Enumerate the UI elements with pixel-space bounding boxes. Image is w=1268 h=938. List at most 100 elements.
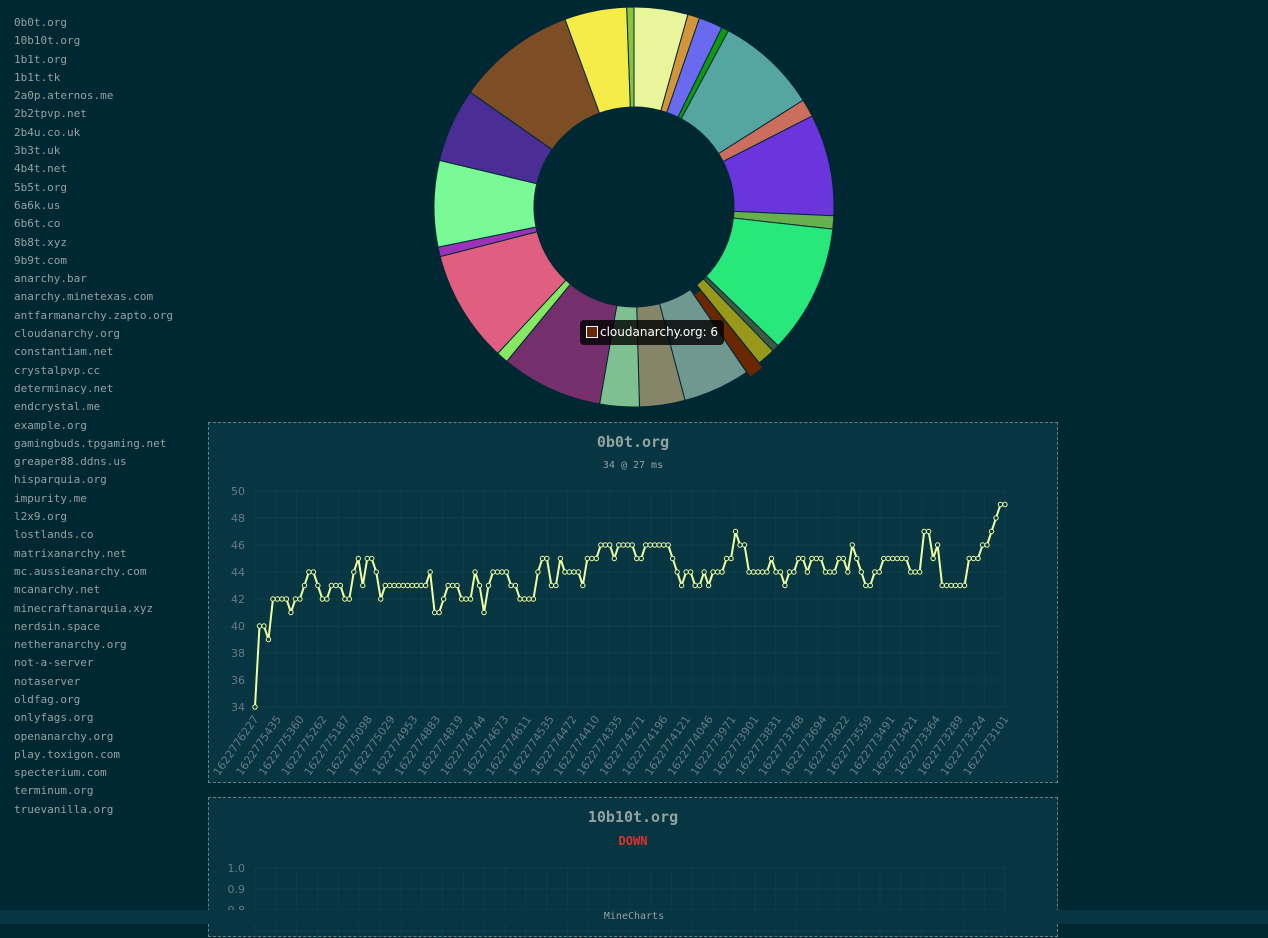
data-point[interactable] bbox=[993, 515, 999, 521]
data-point[interactable] bbox=[539, 555, 546, 562]
data-point[interactable] bbox=[279, 596, 285, 602]
data-point[interactable] bbox=[912, 569, 918, 575]
data-point[interactable] bbox=[580, 582, 586, 589]
server-link[interactable]: onlyfags.org bbox=[14, 709, 199, 727]
data-point[interactable] bbox=[804, 569, 811, 575]
data-point[interactable] bbox=[786, 569, 793, 575]
server-link[interactable]: greaper88.ddns.us bbox=[14, 453, 199, 471]
data-point[interactable] bbox=[292, 596, 299, 602]
data-point[interactable] bbox=[822, 569, 829, 575]
server-link[interactable]: impurity.me bbox=[14, 490, 199, 508]
server-link[interactable]: openanarchy.org bbox=[14, 728, 199, 746]
data-point[interactable] bbox=[297, 596, 303, 602]
data-point[interactable] bbox=[476, 582, 483, 589]
data-point[interactable] bbox=[607, 542, 613, 548]
data-point[interactable] bbox=[261, 623, 267, 629]
data-point[interactable] bbox=[836, 555, 842, 562]
data-point[interactable] bbox=[485, 582, 492, 589]
server-link[interactable]: hisparquia.org bbox=[14, 471, 199, 489]
data-point[interactable] bbox=[907, 569, 914, 575]
data-point[interactable] bbox=[328, 582, 335, 589]
data-point[interactable] bbox=[732, 528, 739, 535]
data-point[interactable] bbox=[728, 555, 734, 562]
data-point[interactable] bbox=[665, 542, 671, 548]
data-point[interactable] bbox=[526, 596, 532, 602]
data-point[interactable] bbox=[472, 569, 478, 575]
data-point[interactable] bbox=[930, 555, 936, 562]
data-point[interactable] bbox=[831, 569, 838, 575]
data-point[interactable] bbox=[306, 569, 312, 575]
data-point[interactable] bbox=[404, 582, 411, 589]
data-point[interactable] bbox=[678, 582, 685, 589]
data-point[interactable] bbox=[1002, 501, 1008, 508]
data-point[interactable] bbox=[512, 582, 519, 589]
server-link[interactable]: mc.aussieanarchy.com bbox=[14, 563, 199, 581]
data-point[interactable] bbox=[508, 582, 514, 589]
data-point[interactable] bbox=[440, 596, 447, 602]
data-point[interactable] bbox=[382, 582, 388, 589]
data-point[interactable] bbox=[364, 555, 370, 562]
data-point[interactable] bbox=[503, 569, 510, 575]
data-point[interactable] bbox=[885, 555, 891, 562]
data-point[interactable] bbox=[741, 542, 748, 548]
data-point[interactable] bbox=[625, 542, 631, 548]
data-point[interactable] bbox=[894, 555, 900, 562]
data-point[interactable] bbox=[494, 569, 501, 575]
server-link[interactable]: not-a-server bbox=[14, 654, 199, 672]
data-point[interactable] bbox=[777, 569, 784, 575]
data-point[interactable] bbox=[378, 596, 384, 602]
data-point[interactable] bbox=[431, 609, 438, 616]
data-point[interactable] bbox=[458, 596, 465, 602]
data-point[interactable] bbox=[270, 596, 276, 602]
data-point[interactable] bbox=[997, 501, 1004, 508]
data-point[interactable] bbox=[854, 555, 860, 562]
server-link[interactable]: nerdsin.space bbox=[14, 618, 199, 636]
server-link[interactable]: play.toxigon.com bbox=[14, 746, 199, 764]
data-point[interactable] bbox=[939, 582, 945, 589]
data-point[interactable] bbox=[674, 569, 680, 575]
data-point[interactable] bbox=[750, 569, 757, 575]
data-point[interactable] bbox=[530, 596, 537, 602]
data-point[interactable] bbox=[315, 582, 321, 589]
data-point[interactable] bbox=[773, 569, 779, 575]
data-point[interactable] bbox=[351, 569, 357, 575]
data-point[interactable] bbox=[710, 569, 716, 575]
data-point[interactable] bbox=[634, 555, 640, 562]
data-point[interactable] bbox=[979, 542, 986, 548]
data-point[interactable] bbox=[881, 555, 887, 562]
data-point[interactable] bbox=[759, 569, 766, 575]
data-point[interactable] bbox=[387, 582, 393, 589]
data-point[interactable] bbox=[723, 555, 730, 562]
data-point[interactable] bbox=[764, 569, 770, 575]
data-point[interactable] bbox=[373, 569, 379, 575]
data-point[interactable] bbox=[396, 582, 402, 589]
data-point[interactable] bbox=[445, 582, 451, 589]
data-point[interactable] bbox=[656, 542, 662, 548]
data-point[interactable] bbox=[863, 582, 869, 589]
data-point[interactable] bbox=[535, 569, 541, 575]
data-point[interactable] bbox=[988, 528, 995, 535]
data-point[interactable] bbox=[791, 569, 797, 575]
data-point[interactable] bbox=[970, 555, 977, 562]
data-point[interactable] bbox=[809, 555, 815, 562]
data-point[interactable] bbox=[934, 542, 941, 548]
data-point[interactable] bbox=[274, 596, 281, 602]
data-point[interactable] bbox=[916, 569, 923, 575]
data-point[interactable] bbox=[616, 542, 622, 548]
data-point[interactable] bbox=[647, 542, 653, 548]
data-point[interactable] bbox=[890, 555, 896, 562]
server-link[interactable]: truevanilla.org bbox=[14, 801, 199, 819]
data-point[interactable] bbox=[687, 569, 694, 575]
data-point[interactable] bbox=[422, 582, 429, 589]
data-point[interactable] bbox=[360, 582, 366, 589]
data-point[interactable] bbox=[602, 542, 608, 548]
server-link[interactable]: oldfag.org bbox=[14, 691, 199, 709]
server-link[interactable]: lostlands.co bbox=[14, 526, 199, 544]
data-point[interactable] bbox=[288, 609, 294, 616]
data-point[interactable] bbox=[858, 569, 864, 575]
data-point[interactable] bbox=[660, 542, 667, 548]
data-point[interactable] bbox=[575, 569, 582, 575]
data-point[interactable] bbox=[319, 596, 326, 602]
data-point[interactable] bbox=[449, 582, 456, 589]
data-point[interactable] bbox=[961, 582, 968, 589]
